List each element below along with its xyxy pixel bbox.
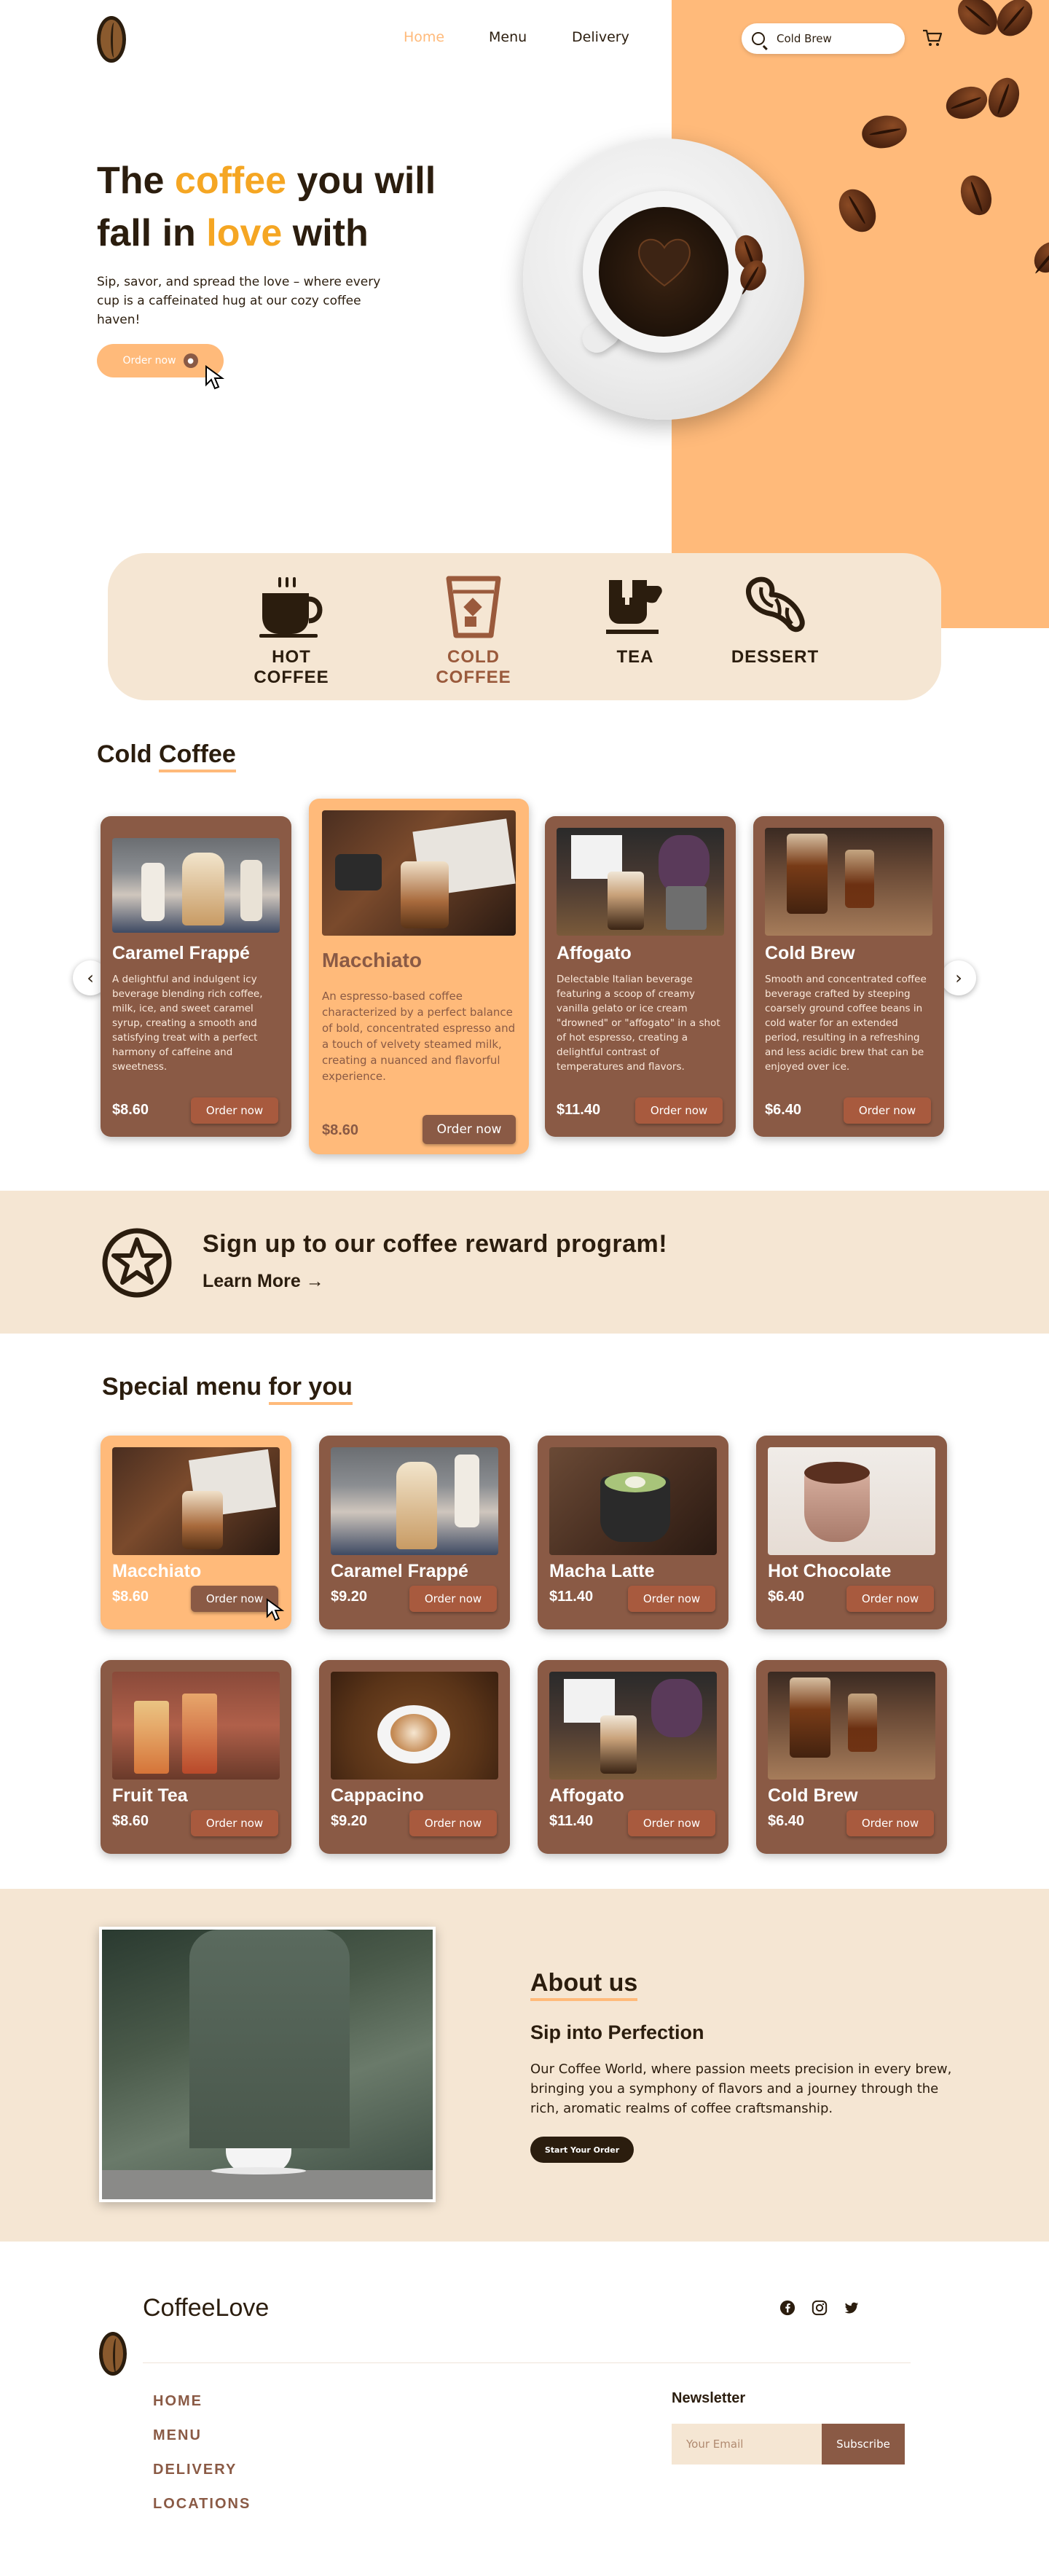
hot-coffee-cup-icon	[259, 577, 323, 638]
reward-title: Sign up to our coffee reward program!	[203, 1230, 668, 1258]
arrow-right-icon: →	[305, 1271, 324, 1291]
category-label: HOT COFFEE	[254, 647, 329, 687]
cold-coffee-glass-icon	[446, 576, 501, 638]
category-hot-coffee[interactable]: HOT COFFEE	[232, 576, 351, 688]
fruit-tea-image	[112, 1672, 280, 1780]
chevron-left-icon: ‹	[87, 968, 94, 988]
special-menu-card[interactable]: Cold Brew $6.40 Order now	[756, 1660, 947, 1854]
newsletter-title: Newsletter	[672, 2390, 746, 2406]
hot-chocolate-image	[768, 1447, 935, 1555]
search-icon[interactable]	[752, 32, 765, 45]
order-now-button[interactable]: Order now	[409, 1810, 497, 1836]
special-menu-card[interactable]: Caramel Frappé $9.20 Order now	[319, 1436, 510, 1629]
affogato-image	[549, 1672, 717, 1780]
nav-home[interactable]: Home	[404, 29, 444, 45]
subscribe-button[interactable]: Subscribe	[822, 2424, 905, 2465]
about-title: About us	[530, 1969, 638, 2001]
cart-icon[interactable]	[922, 29, 943, 47]
learn-more-link[interactable]: Learn More →	[203, 1271, 324, 1292]
order-now-button[interactable]: Order now	[846, 1810, 934, 1836]
caramel-frappe-image	[112, 838, 280, 933]
affogato-image	[557, 828, 724, 936]
cold-brew-image	[768, 1672, 935, 1780]
cold-coffee-card[interactable]: Caramel Frappé A delightful and indulgen…	[101, 816, 291, 1137]
special-menu-card[interactable]: Affogato $11.40 Order now	[538, 1660, 728, 1854]
category-label: DESSERT	[731, 647, 820, 667]
tea-cup-icon	[606, 580, 662, 634]
about-subtitle: Sip into Perfection	[530, 2021, 704, 2043]
macchiato-image	[112, 1447, 280, 1555]
order-now-button[interactable]: Order now	[191, 1097, 278, 1124]
about-text: Our Coffee World, where passion meets pr…	[530, 2062, 952, 2116]
category-cold-coffee[interactable]: COLD COFFEE	[408, 576, 539, 688]
order-now-button[interactable]: Order now	[628, 1586, 715, 1612]
nav-menu[interactable]: Menu	[489, 29, 527, 45]
order-now-button[interactable]: Order now	[635, 1097, 723, 1124]
croissant-icon	[745, 576, 805, 633]
logo-coffee-bean-icon[interactable]	[99, 2332, 127, 2376]
cart-small-icon: ●	[183, 353, 198, 368]
order-now-button[interactable]: Order now	[844, 1097, 931, 1124]
caramel-frappe-image	[331, 1447, 498, 1555]
nav-delivery[interactable]: Delivery	[572, 29, 629, 45]
cappuccino-image	[331, 1672, 498, 1780]
order-now-button[interactable]: Order now	[191, 1810, 278, 1836]
cold-coffee-card[interactable]: Cold Brew Smooth and concentrated coffee…	[753, 816, 944, 1137]
hero-title: The coffee you will fall in love with	[97, 160, 436, 254]
category-dessert[interactable]: DESSERT	[724, 576, 826, 668]
footer-brand: CoffeeLove	[143, 2294, 270, 2322]
special-menu-card[interactable]: Fruit Tea $8.60 Order now	[101, 1660, 291, 1854]
special-menu-card[interactable]: Cappacino $9.20 Order now	[319, 1660, 510, 1854]
order-now-button[interactable]: Order now	[628, 1810, 715, 1836]
logo-coffee-bean-icon[interactable]	[97, 16, 126, 63]
macchiato-image	[322, 810, 516, 936]
search-bar	[742, 23, 905, 54]
category-label: TEA	[616, 647, 654, 667]
barista-image	[99, 1927, 436, 2202]
special-menu-card[interactable]: Macchiato $8.60 Order now	[101, 1436, 291, 1629]
special-menu-card[interactable]: Macha Latte $11.40 Order now	[538, 1436, 728, 1629]
special-menu-card[interactable]: Hot Chocolate $6.40 Order now	[756, 1436, 947, 1629]
section-title-special-menu: Special menu for you	[102, 1373, 353, 1405]
matcha-latte-image	[549, 1447, 717, 1555]
twitter-icon[interactable]	[844, 2300, 860, 2316]
cold-coffee-card-featured[interactable]: Macchiato An espresso-based coffee chara…	[309, 799, 529, 1154]
cursor-pointer-icon	[266, 1598, 285, 1621]
footer-link-locations[interactable]: LOCATIONS	[153, 2496, 251, 2513]
cold-brew-image	[765, 828, 932, 936]
cold-coffee-card[interactable]: Affogato Delectable Italian beverage fea…	[545, 816, 736, 1137]
order-now-button[interactable]: Order now	[409, 1586, 497, 1612]
instagram-icon[interactable]	[812, 2300, 828, 2316]
search-input[interactable]	[777, 32, 886, 45]
newsletter-email-input[interactable]	[672, 2424, 822, 2465]
latte-heart-icon	[638, 238, 691, 287]
star-badge-icon	[102, 1228, 172, 1298]
footer-divider	[143, 2362, 911, 2363]
chevron-right-icon: ›	[955, 968, 962, 988]
hero-subtitle: Sip, savor, and spread the love – where …	[97, 275, 381, 327]
category-label: COLD COFFEE	[436, 647, 511, 687]
start-order-button[interactable]: Start Your Order	[530, 2137, 634, 2163]
facebook-icon[interactable]	[779, 2300, 795, 2316]
carousel-next-button[interactable]: ›	[941, 960, 976, 995]
order-now-button[interactable]: Order now	[846, 1586, 934, 1612]
footer-link-menu[interactable]: MENU	[153, 2427, 202, 2444]
footer-link-delivery[interactable]: DELIVERY	[153, 2462, 237, 2478]
footer-link-home[interactable]: HOME	[153, 2393, 203, 2410]
order-now-button[interactable]: Order now	[423, 1115, 516, 1144]
cursor-pointer-icon	[205, 365, 225, 390]
category-tea[interactable]: TEA	[597, 576, 673, 668]
section-title-cold-coffee: Cold Coffee	[97, 740, 236, 772]
